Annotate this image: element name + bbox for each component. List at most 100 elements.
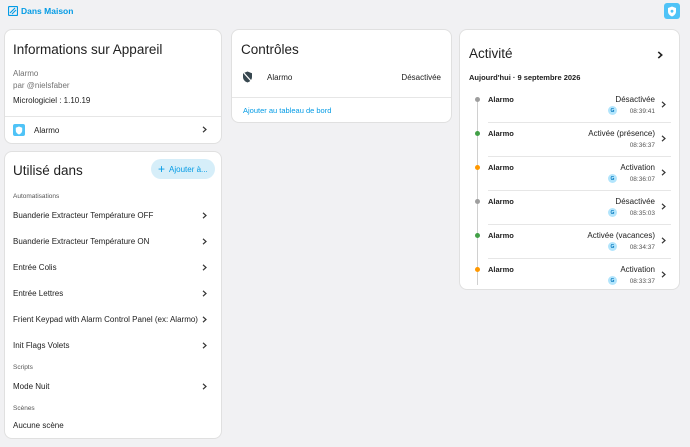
- timeline-dot: [475, 97, 480, 102]
- breadcrumb[interactable]: Dans Maison: [8, 6, 73, 16]
- device-model: Alarmo: [13, 69, 39, 78]
- activity-state: Activée (présence): [588, 129, 655, 138]
- used-in-title: Utilisé dans: [13, 163, 83, 178]
- alarmo-shield-icon: [664, 3, 680, 19]
- activity-time: 08:34:37: [629, 244, 655, 251]
- divider: [232, 97, 451, 98]
- add-to-dashboard-link[interactable]: Ajouter au tableau de bord: [243, 106, 331, 115]
- device-entity-label: Alarmo: [34, 125, 60, 135]
- script-label: Mode Nuit: [13, 381, 50, 391]
- activity-time: 08:39:41: [629, 108, 655, 115]
- user-avatar: G: [608, 242, 617, 251]
- user-avatar: G: [608, 208, 617, 217]
- shield-off-icon: [242, 71, 253, 83]
- user-avatar: G: [608, 106, 617, 115]
- timeline-dot: [475, 233, 480, 238]
- automation-item[interactable]: Buanderie Extracteur Température ON: [5, 234, 221, 248]
- activity-entry[interactable]: Alarmo Activée (présence) 08:36:37: [460, 128, 679, 162]
- activity-entity: Alarmo: [488, 197, 514, 206]
- activity-state: Activation: [620, 163, 655, 172]
- breadcrumb-label[interactable]: Dans Maison: [21, 6, 73, 16]
- chevron-right-icon: [661, 203, 666, 210]
- activity-entity: Alarmo: [488, 163, 514, 172]
- divider: [5, 116, 221, 117]
- automations-section-label: Automatisations: [13, 193, 60, 200]
- activity-entity: Alarmo: [488, 129, 514, 138]
- automation-item[interactable]: Entrée Lettres: [5, 286, 221, 300]
- chevron-right-icon: [202, 263, 207, 271]
- timeline-dot: [475, 165, 480, 170]
- chevron-right-icon: [661, 237, 666, 244]
- activity-entry[interactable]: Alarmo Désactivée G 08:35:03: [460, 196, 679, 230]
- activity-time: 08:33:37: [629, 278, 655, 285]
- automation-item[interactable]: Buanderie Extracteur Température OFF: [5, 208, 221, 222]
- top-bar: Dans Maison: [0, 0, 690, 24]
- automation-label: Init Flags Volets: [13, 340, 70, 350]
- user-avatar: G: [608, 276, 617, 285]
- chevron-right-icon: [202, 382, 207, 390]
- chevron-right-icon[interactable]: [656, 51, 664, 59]
- device-author: par @nielsfaber: [13, 81, 70, 90]
- scripts-section-label: Scripts: [13, 364, 33, 371]
- chevron-right-icon: [661, 135, 666, 142]
- automation-label: Entrée Lettres: [13, 288, 64, 298]
- activity-separator: [488, 258, 671, 259]
- activity-entry[interactable]: Alarmo Activation G 08:33:37: [460, 264, 679, 289]
- activity-separator: [488, 122, 671, 123]
- automation-item[interactable]: Entrée Colis: [5, 260, 221, 274]
- activity-state: Activée (vacances): [587, 231, 655, 240]
- activity-separator: [488, 190, 671, 191]
- automation-label: Entrée Colis: [13, 262, 57, 272]
- activity-entry[interactable]: Alarmo Désactivée G 08:39:41: [460, 94, 679, 128]
- area-icon: [8, 6, 18, 16]
- controls-entity-row[interactable]: Alarmo Désactivée: [232, 70, 451, 84]
- activity-date: Aujourd'hui · 9 septembre 2026: [469, 73, 581, 82]
- chevron-right-icon: [202, 126, 207, 133]
- chevron-right-icon: [661, 271, 666, 278]
- activity-separator: [488, 156, 671, 157]
- timeline-dot: [475, 267, 480, 272]
- automation-item[interactable]: Init Flags Volets: [5, 338, 221, 352]
- activity-entity: Alarmo: [488, 265, 514, 274]
- activity-entity: Alarmo: [488, 231, 514, 240]
- device-entity-row[interactable]: Alarmo: [5, 122, 221, 138]
- scenes-section-label: Scènes: [13, 405, 35, 412]
- timeline-dot: [475, 199, 480, 204]
- device-info-card: Informations sur Appareil Alarmo par @ni…: [4, 29, 222, 144]
- automation-label: Buanderie Extracteur Température ON: [13, 236, 150, 246]
- controls-entity-name: Alarmo: [267, 72, 293, 82]
- automation-item[interactable]: Frient Keypad with Alarm Control Panel (…: [5, 312, 221, 326]
- controls-entity-state: Désactivée: [401, 72, 441, 82]
- chevron-right-icon: [202, 211, 207, 219]
- activity-state: Désactivée: [615, 197, 655, 206]
- activity-state: Activation: [620, 265, 655, 274]
- chevron-right-icon: [661, 101, 666, 108]
- scenes-empty-text: Aucune scène: [13, 421, 64, 430]
- device-firmware: Micrologiciel : 1.10.19: [13, 96, 91, 105]
- add-to-button[interactable]: + Ajouter à...: [151, 159, 215, 179]
- device-info-title: Informations sur Appareil: [13, 42, 163, 57]
- activity-entry[interactable]: Alarmo Activée (vacances) G 08:34:37: [460, 230, 679, 264]
- controls-title: Contrôles: [241, 42, 299, 57]
- activity-time: 08:35:03: [629, 210, 655, 217]
- alarmo-shield-icon: [13, 124, 25, 136]
- activity-entry[interactable]: Alarmo Activation G 08:36:07: [460, 162, 679, 196]
- chevron-right-icon: [202, 237, 207, 245]
- activity-separator: [488, 224, 671, 225]
- activity-time: 08:36:07: [629, 176, 655, 183]
- user-avatar: G: [608, 174, 617, 183]
- automation-label: Frient Keypad with Alarm Control Panel (…: [13, 314, 198, 324]
- activity-entity: Alarmo: [488, 95, 514, 104]
- automation-label: Buanderie Extracteur Température OFF: [13, 210, 154, 220]
- timeline-dot: [475, 131, 480, 136]
- activity-title: Activité: [469, 46, 513, 61]
- controls-card: Contrôles Alarmo Désactivée Ajouter au t…: [231, 29, 452, 123]
- chevron-right-icon: [202, 341, 207, 349]
- activity-time: 08:36:37: [629, 142, 655, 149]
- activity-card: Activité Aujourd'hui · 9 septembre 2026 …: [459, 29, 680, 290]
- activity-state: Désactivée: [615, 95, 655, 104]
- chevron-right-icon: [661, 169, 666, 176]
- script-item[interactable]: Mode Nuit: [5, 379, 221, 393]
- add-to-label: Ajouter à...: [169, 164, 208, 174]
- plus-icon: +: [158, 162, 166, 176]
